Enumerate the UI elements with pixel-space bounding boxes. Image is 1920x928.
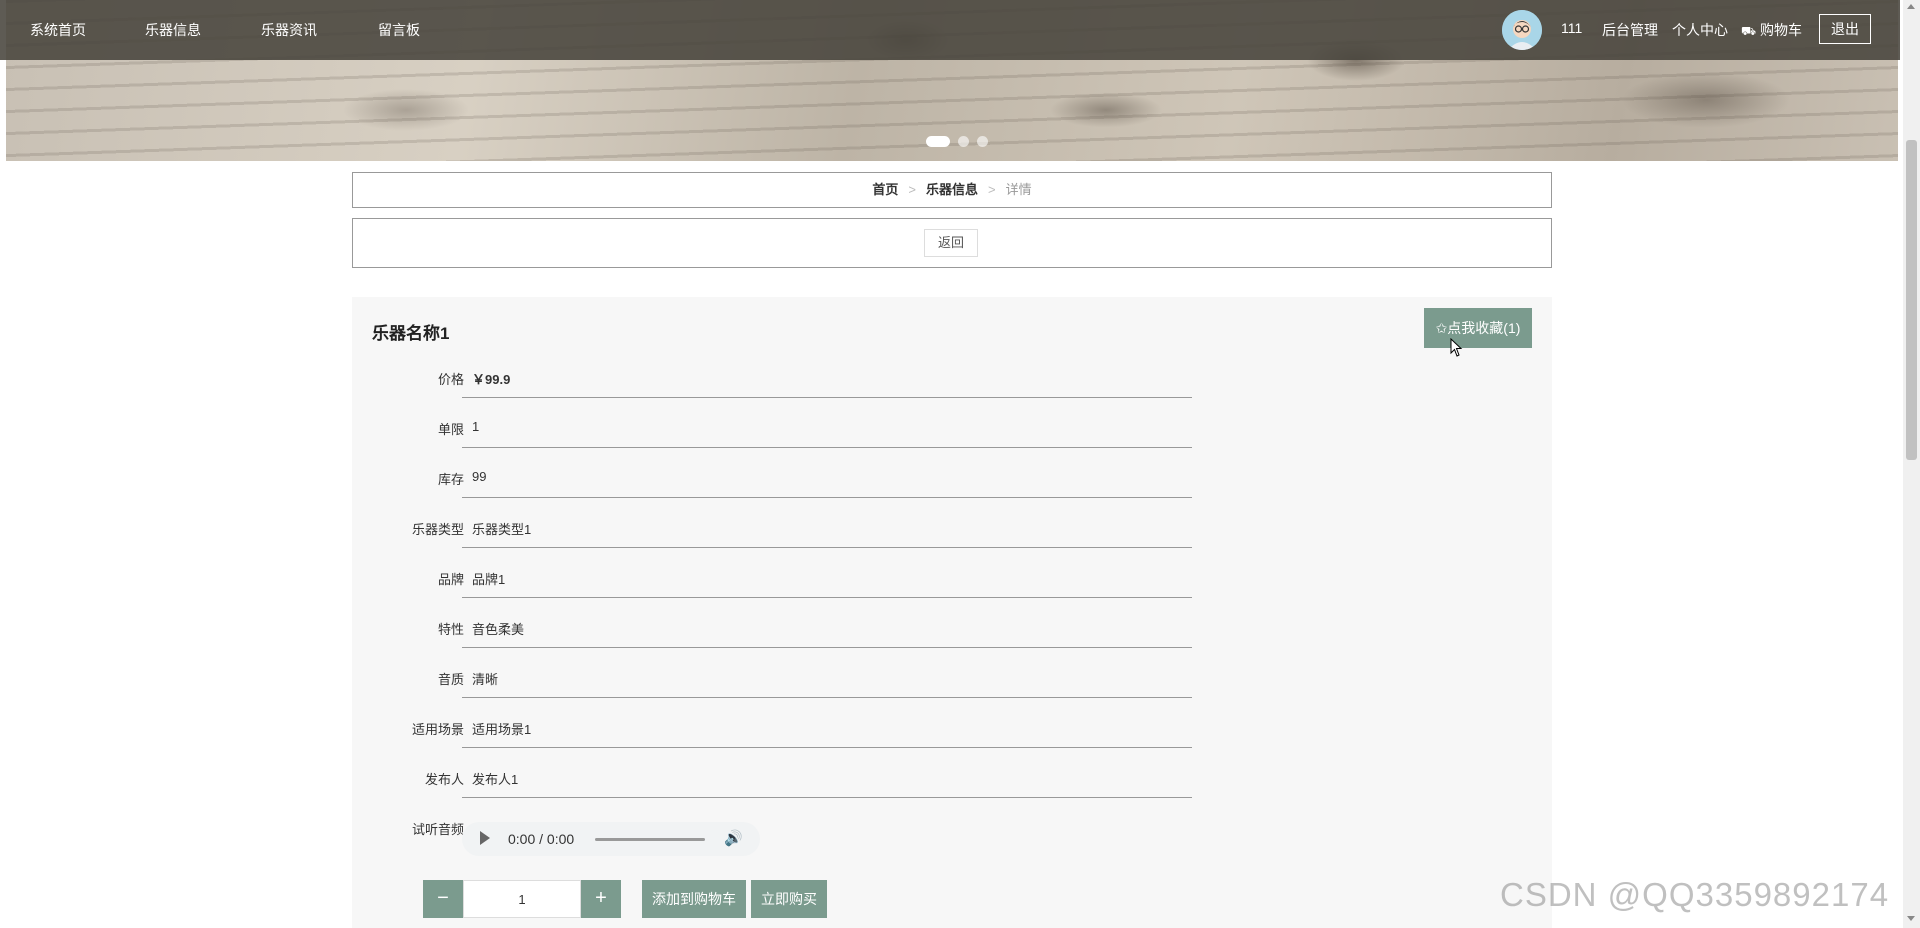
add-to-cart-button[interactable]: 添加到购物车 [642,880,746,918]
buy-now-button[interactable]: 立即购买 [751,880,827,918]
field-label: 特性 [437,622,464,637]
field-row-publisher: 发布人 发布人1 [352,755,1192,805]
field-value: 适用场景1 [472,722,532,737]
breadcrumb-separator: > [908,182,916,197]
field-label: 试听音频 [411,822,464,837]
nav-instruments[interactable]: 乐器信息 [145,20,201,40]
avatar[interactable] [1502,10,1542,50]
nav-admin[interactable]: 后台管理 [1602,20,1658,40]
field-row-limit: 单限 1 [352,405,1192,455]
scroll-down-icon[interactable] [1907,916,1915,921]
audio-player[interactable]: 0:00 / 0:00 🔊 [462,822,760,856]
field-divider [462,597,1192,598]
field-divider [462,547,1192,548]
nav-message-board[interactable]: 留言板 [378,20,420,40]
quantity-input[interactable] [463,880,581,918]
field-value: 发布人1 [472,772,519,787]
avatar-icon [1502,10,1542,50]
top-nav: 系统首页 乐器信息 乐器资讯 留言板 111 后台管理 个人中心 ⛟ 购物车 退… [0,0,1900,60]
field-row-type: 乐器类型 乐器类型1 [352,505,1192,555]
field-row-scene: 适用场景 适用场景1 [352,705,1192,755]
breadcrumb-current: 详情 [1005,182,1032,197]
field-row-price: 价格 ￥99.9 [352,355,1192,405]
scroll-thumb[interactable] [1906,140,1917,460]
quantity-increase-button[interactable]: + [581,880,621,918]
field-value: 音色柔美 [472,622,525,637]
vertical-scrollbar[interactable] [1903,0,1920,928]
audio-progress-track[interactable] [595,838,705,841]
field-label: 发布人 [424,772,464,787]
field-value: 清晰 [472,672,499,687]
field-divider [462,647,1192,648]
favorite-button[interactable]: ✩点我收藏(1) [1424,308,1532,348]
page-title: 乐器名称1 [372,324,450,343]
carousel-dot-2[interactable] [958,136,969,147]
field-value: 1 [472,419,480,434]
field-value: 乐器类型1 [472,522,532,537]
play-icon[interactable] [480,831,490,845]
nav-home[interactable]: 系统首页 [30,20,86,40]
back-button[interactable]: 返回 [924,229,978,257]
logout-button[interactable]: 退出 [1819,14,1871,44]
field-value: 99 [472,469,487,484]
field-divider [462,447,1192,448]
breadcrumb: 首页 > 乐器信息 > 详情 [352,172,1552,208]
field-label: 适用场景 [411,722,464,737]
audio-time: 0:00 / 0:00 [508,831,575,847]
carousel-dot-3[interactable] [977,136,988,147]
field-divider [462,697,1192,698]
nav-news[interactable]: 乐器资讯 [261,20,317,40]
back-bar: 返回 [352,218,1552,268]
field-label: 价格 [437,372,464,387]
field-row-stock: 库存 99 [352,455,1192,505]
field-label: 品牌 [437,572,464,587]
user-name: 111 [1561,20,1583,36]
detail-panel: 乐器名称1 ✩点我收藏(1) 价格 ￥99.9 单限 1 库存 99 乐器类型 … [352,297,1552,928]
carousel-dots [926,136,988,147]
mouse-cursor-icon [1450,338,1463,357]
breadcrumb-category[interactable]: 乐器信息 [926,182,978,197]
breadcrumb-separator: > [988,182,996,197]
field-value: 品牌1 [472,572,506,587]
field-row-quality: 音质 清晰 [352,655,1192,705]
field-row-brand: 品牌 品牌1 [352,555,1192,605]
quantity-decrease-button[interactable]: − [423,880,463,918]
field-label: 音质 [437,672,464,687]
breadcrumb-home[interactable]: 首页 [872,182,898,197]
field-label: 单限 [437,422,464,437]
cart-icon: ⛟ [1741,24,1757,38]
watermark: CSDN @QQ3359892174 [1500,876,1890,913]
field-divider [462,397,1192,398]
field-row-feature: 特性 音色柔美 [352,605,1192,655]
scroll-up-icon[interactable] [1907,4,1915,9]
nav-cart[interactable]: ⛟ 购物车 [1741,20,1802,40]
field-divider [462,747,1192,748]
volume-icon[interactable]: 🔊 [724,829,743,847]
carousel-dot-1[interactable] [926,136,950,147]
price-value: ￥99.9 [472,372,511,387]
field-divider [462,497,1192,498]
field-divider [462,797,1192,798]
field-label: 库存 [437,472,464,487]
nav-cart-label: 购物车 [1760,22,1802,38]
field-label: 乐器类型 [411,522,464,537]
nav-profile[interactable]: 个人中心 [1672,20,1728,40]
